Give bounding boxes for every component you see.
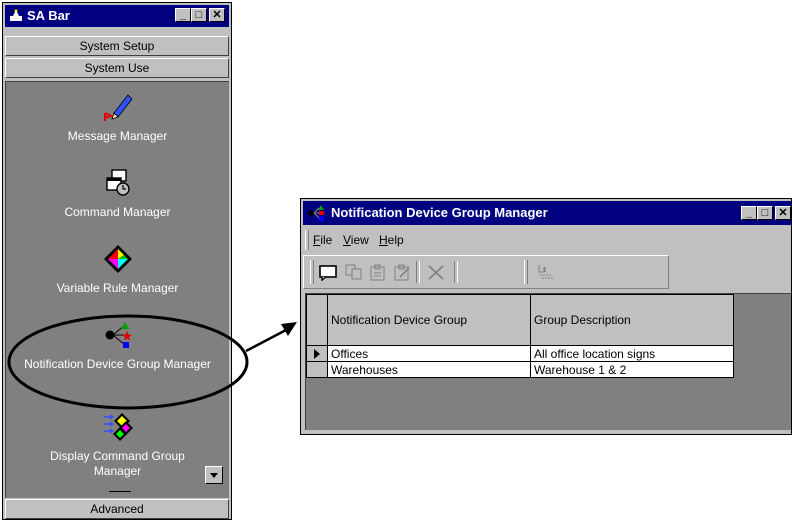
cell-group[interactable]: Warehouses <box>327 361 531 378</box>
close-button[interactable]: ✕ <box>775 206 791 220</box>
maximize-button[interactable]: □ <box>757 206 773 220</box>
ndg-title: Notification Device Group Manager <box>331 205 548 220</box>
data-table: Notification Device Group Group Descript… <box>306 294 734 378</box>
menu-bar: File View Help <box>303 229 791 251</box>
ndg-titlebar[interactable]: Notification Device Group Manager _ □ ✕ <box>303 201 791 225</box>
copy-icon[interactable] <box>344 263 364 281</box>
toolbar-grip[interactable] <box>310 260 314 284</box>
new-icon[interactable] <box>318 263 338 281</box>
callout-arrow-head <box>281 322 297 336</box>
menu-help[interactable]: Help <box>379 233 404 247</box>
highlight-ellipse <box>7 314 249 410</box>
cell-description[interactable]: All office location signs <box>530 345 734 362</box>
table-row[interactable]: Offices All office location signs <box>306 345 734 362</box>
row-selector-header <box>306 294 328 346</box>
minimize-button[interactable]: _ <box>741 206 757 220</box>
properties-icon[interactable] <box>368 263 388 281</box>
delete-icon[interactable] <box>426 263 446 281</box>
find-icon[interactable] <box>536 263 556 281</box>
group-table: Notification Device Group Group Descript… <box>305 293 791 430</box>
cell-group[interactable]: Offices <box>327 345 531 362</box>
column-header-group[interactable]: Notification Device Group <box>327 294 531 346</box>
toolbar-separator <box>416 261 420 283</box>
toolbar-separator <box>454 261 458 283</box>
menu-file[interactable]: File <box>313 233 332 247</box>
cell-description[interactable]: Warehouse 1 & 2 <box>530 361 734 378</box>
toolbar <box>303 255 669 289</box>
menu-grip[interactable] <box>305 230 309 250</box>
table-header-row: Notification Device Group Group Descript… <box>306 294 734 346</box>
current-row-pointer-icon <box>314 349 320 359</box>
callout-arrow-line <box>245 328 287 353</box>
edit-icon[interactable] <box>392 263 412 281</box>
menu-view[interactable]: View <box>343 233 369 247</box>
notification-group-icon <box>308 205 324 221</box>
row-selector[interactable] <box>306 345 328 362</box>
notification-device-group-manager-window: Notification Device Group Manager _ □ ✕ … <box>300 198 792 435</box>
column-header-description[interactable]: Group Description <box>530 294 734 346</box>
row-selector[interactable] <box>306 361 328 378</box>
table-row[interactable]: Warehouses Warehouse 1 & 2 <box>306 361 734 378</box>
toolbar-grip[interactable] <box>524 260 528 284</box>
